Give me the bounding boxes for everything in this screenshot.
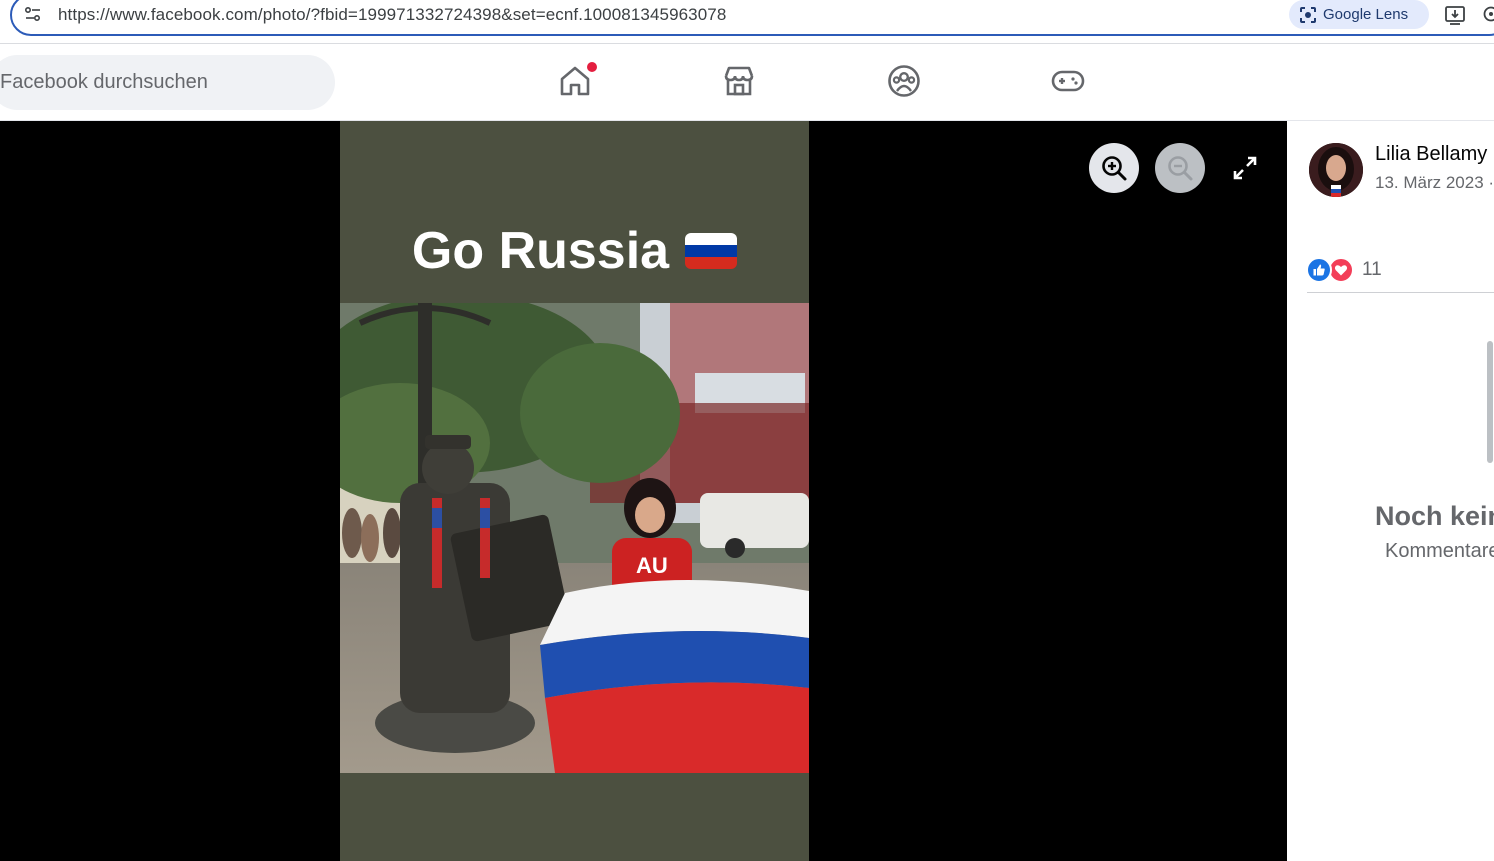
- site-info-icon[interactable]: [24, 5, 42, 23]
- gaming-icon[interactable]: [1051, 64, 1085, 98]
- russian-flag-emoji: [685, 233, 738, 269]
- google-lens-label: Google Lens: [1323, 6, 1409, 23]
- install-app-icon[interactable]: [1444, 4, 1466, 26]
- photo-viewer: Go Russia AU: [0, 121, 1287, 861]
- marketplace-icon[interactable]: [722, 64, 756, 98]
- search-input[interactable]: Facebook durchsuchen: [0, 55, 335, 110]
- no-comments-title: Noch keine: [1375, 501, 1494, 531]
- fullscreen-button[interactable]: [1228, 151, 1262, 185]
- scrollbar[interactable]: [1487, 341, 1493, 463]
- groups-icon[interactable]: [887, 64, 921, 98]
- avatar[interactable]: [1309, 143, 1363, 197]
- like-icon: [1306, 257, 1332, 283]
- zoom-in-icon: [1102, 156, 1127, 181]
- avatar-image: [1309, 143, 1363, 197]
- zoom-in-button[interactable]: [1089, 143, 1139, 193]
- notification-dot: [587, 62, 597, 72]
- extensions-icon[interactable]: [1482, 5, 1494, 23]
- no-comments-subtitle: Kommentare: [1385, 540, 1494, 562]
- google-lens-button[interactable]: Google Lens: [1289, 0, 1429, 29]
- svg-text:AU: AU: [636, 553, 668, 578]
- zoom-out-button[interactable]: [1155, 143, 1205, 193]
- facebook-header: Facebook durchsuchen: [0, 44, 1494, 121]
- expand-icon: [1233, 156, 1257, 180]
- photo-scene: AU: [340, 303, 809, 773]
- google-lens-icon: [1300, 6, 1316, 23]
- url-text[interactable]: https://www.facebook.com/photo/?fbid=199…: [58, 5, 726, 25]
- photo-caption: Go Russia: [340, 221, 809, 281]
- reaction-count: 11: [1362, 259, 1382, 280]
- browser-toolbar: https://www.facebook.com/photo/?fbid=199…: [0, 0, 1494, 44]
- post-date[interactable]: 13. März 2023 ·: [1375, 173, 1494, 193]
- post-details-panel: Lilia Bellamy 13. März 2023 · 11 Noch ke…: [1287, 121, 1494, 861]
- search-placeholder: Facebook durchsuchen: [0, 71, 208, 93]
- author-name[interactable]: Lilia Bellamy: [1375, 143, 1487, 166]
- zoom-out-icon: [1168, 156, 1193, 181]
- screen: https://www.facebook.com/photo/?fbid=199…: [0, 0, 1494, 861]
- photo[interactable]: Go Russia AU: [340, 121, 809, 861]
- reactions-summary[interactable]: 11: [1306, 257, 1382, 283]
- caption-text: Go Russia: [411, 222, 670, 280]
- divider: [1307, 292, 1494, 293]
